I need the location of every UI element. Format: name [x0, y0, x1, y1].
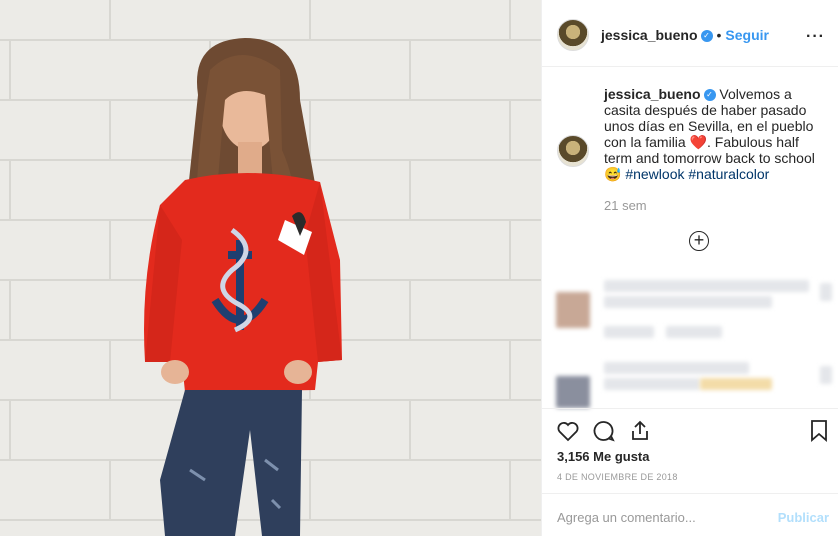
verified-badge-icon: ✓	[700, 29, 713, 42]
publish-button[interactable]: Publicar	[778, 510, 829, 525]
comment-like-icon[interactable]	[820, 283, 832, 301]
comment-like-icon[interactable]	[820, 366, 832, 384]
comment-box: Agrega un comentario... Publicar	[542, 493, 838, 536]
blurred-emoji	[700, 378, 772, 390]
post-side-panel: jessica_bueno ✓ • Seguir ··· jessica_bueno ✓…	[541, 0, 838, 536]
post-actions: 3,156 Me gusta 4 DE NOVIEMBRE DE 2018	[542, 408, 838, 493]
blurred-comment-meta	[604, 326, 654, 338]
commenter-avatar[interactable]	[556, 292, 590, 328]
load-more-comments-icon[interactable]: +	[689, 231, 709, 251]
blurred-comment-text	[604, 296, 772, 308]
author-avatar[interactable]	[557, 19, 589, 51]
blurred-comment-text	[604, 362, 749, 374]
blurred-comment-meta	[666, 326, 722, 338]
photo-illustration	[0, 0, 541, 536]
separator-dot: •	[716, 27, 722, 43]
blurred-comment-text	[604, 378, 700, 390]
header-user-line: jessica_bueno ✓ • Seguir	[601, 27, 769, 45]
post-photo[interactable]	[0, 0, 541, 536]
smile-emoji-icon: 😅	[604, 166, 622, 182]
comment-input[interactable]: Agrega un comentario...	[557, 510, 696, 525]
caption-avatar[interactable]	[557, 135, 589, 167]
post-caption: jessica_bueno ✓ Volvemos a casita después…	[604, 86, 830, 182]
blurred-comment-text	[604, 280, 809, 292]
commenter-avatar[interactable]	[556, 376, 590, 408]
likes-count[interactable]: 3,156 Me gusta	[557, 449, 650, 464]
post-date[interactable]: 4 DE NOVIEMBRE DE 2018	[557, 472, 678, 482]
heart-emoji-icon: ❤️	[689, 134, 708, 150]
author-username[interactable]: jessica_bueno	[601, 27, 698, 43]
caption-username[interactable]: jessica_bueno	[604, 86, 701, 102]
bookmark-save-icon[interactable]	[809, 419, 829, 443]
post-header: jessica_bueno ✓ • Seguir ···	[542, 3, 838, 67]
share-upload-icon[interactable]	[628, 419, 652, 443]
hashtag-newlook[interactable]: #newlook	[625, 166, 684, 182]
post-time-ago[interactable]: 21 sem	[604, 198, 647, 213]
follow-button[interactable]: Seguir	[725, 27, 769, 43]
like-heart-icon[interactable]	[556, 419, 580, 443]
verified-badge-icon: ✓	[703, 89, 716, 102]
more-options-icon[interactable]: ···	[806, 28, 825, 46]
hashtag-naturalcolor[interactable]: #naturalcolor	[688, 166, 769, 182]
comment-bubble-icon[interactable]	[592, 419, 616, 443]
